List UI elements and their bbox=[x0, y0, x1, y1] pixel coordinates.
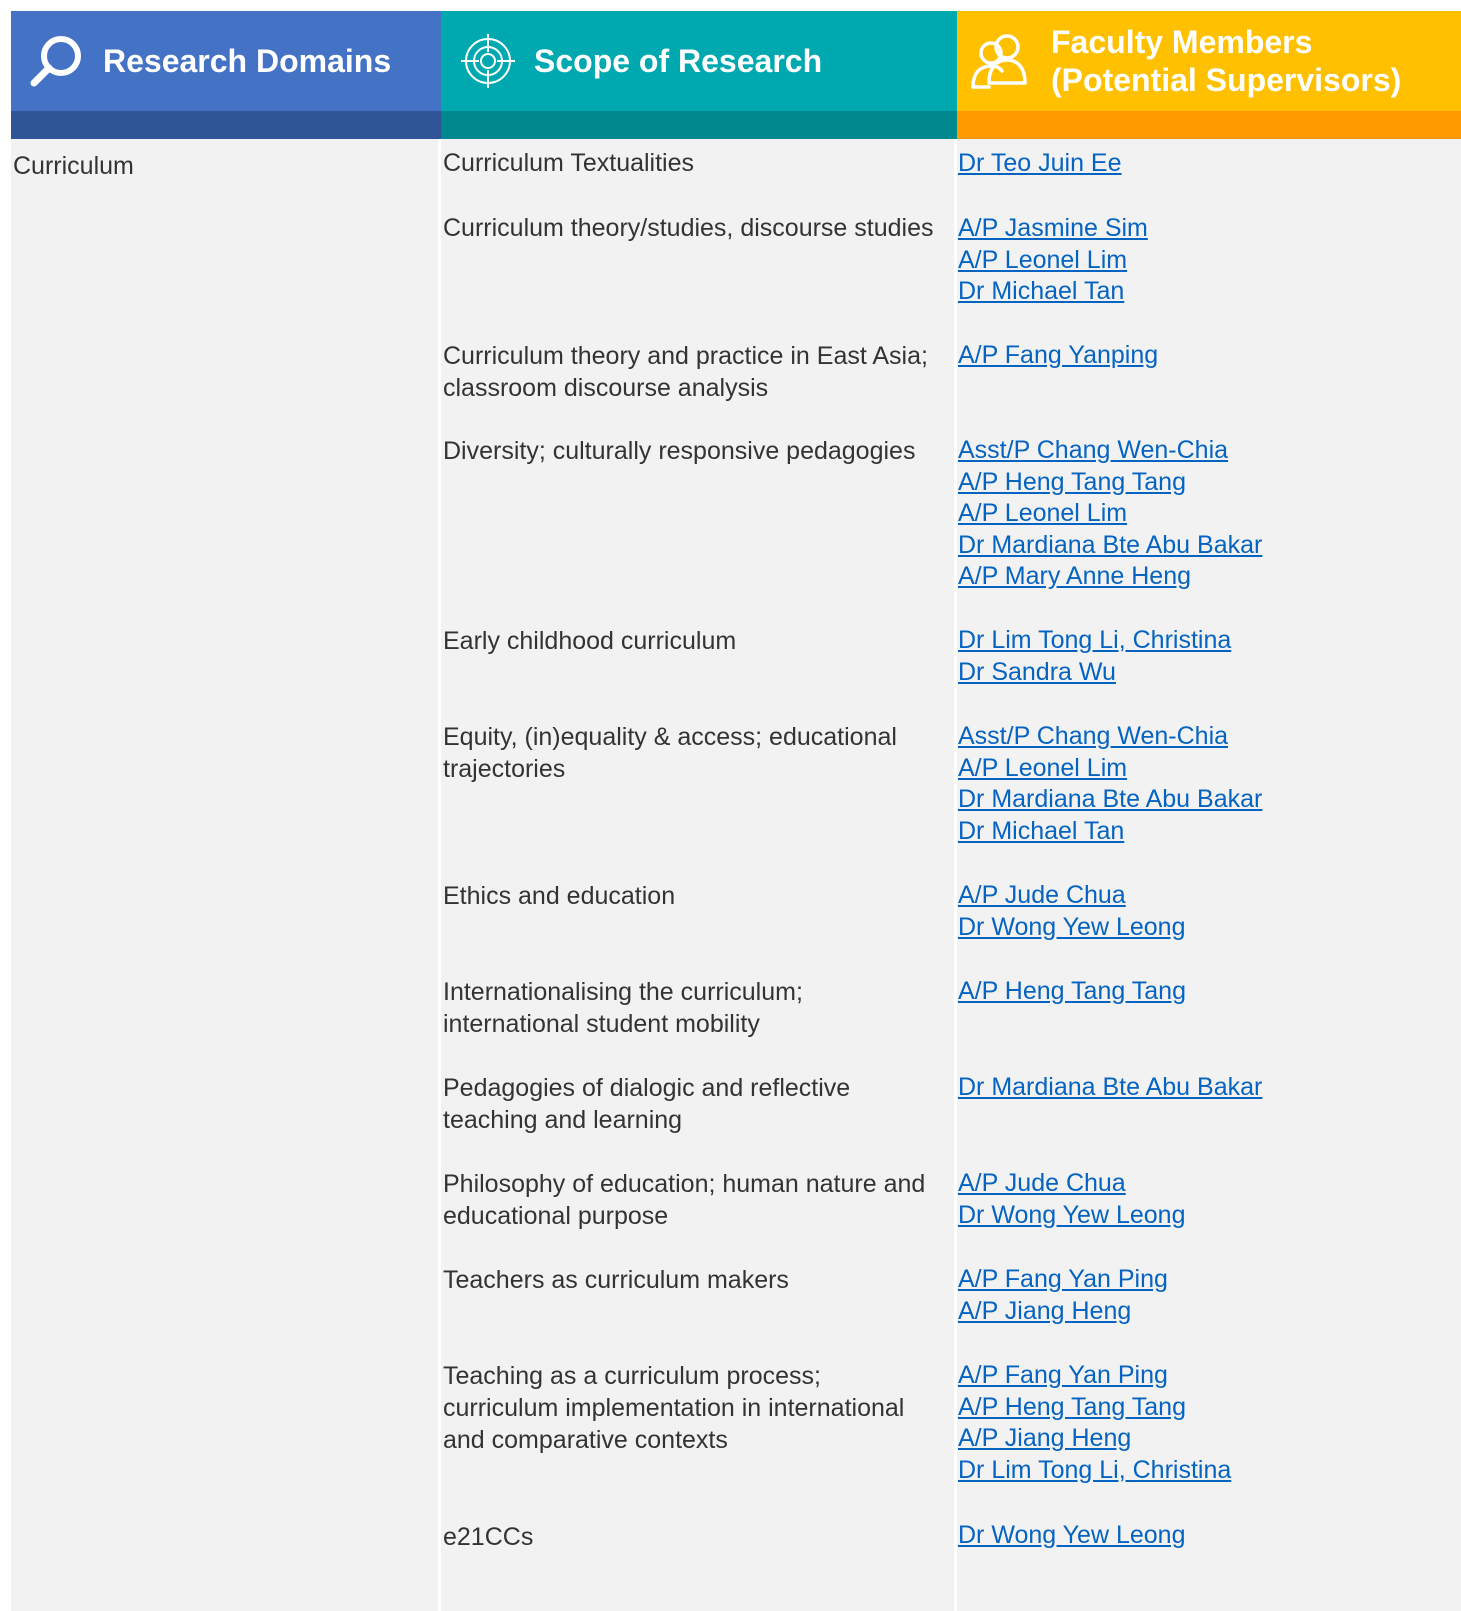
faculty-link[interactable]: Dr Michael Tan bbox=[958, 816, 1438, 848]
faculty-link[interactable]: Dr Michael Tan bbox=[958, 276, 1438, 308]
faculty-link[interactable]: Dr Mardiana Bte Abu Bakar bbox=[958, 784, 1438, 816]
faculty-link[interactable]: A/P Jude Chua bbox=[958, 1168, 1438, 1200]
faculty-link[interactable]: A/P Fang Yan Ping bbox=[958, 1360, 1438, 1392]
faculty-cell: A/P Jude Chua Dr Wong Yew Leong bbox=[958, 1168, 1438, 1231]
faculty-link[interactable]: A/P Leonel Lim bbox=[958, 245, 1438, 277]
scope-cell: Ethics and education bbox=[443, 882, 676, 910]
header-strip-scope bbox=[441, 111, 957, 139]
scope-cell: Philosophy of education; human nature an… bbox=[443, 1170, 926, 1230]
faculty-link[interactable]: A/P Jiang Heng bbox=[958, 1423, 1438, 1455]
domain-cell: Curriculum bbox=[13, 152, 134, 180]
header-title-faculty: Faculty Members (Potential Supervisors) bbox=[1051, 23, 1401, 99]
faculty-link[interactable]: A/P Heng Tang Tang bbox=[958, 976, 1438, 1008]
scope-cell: Early childhood curriculum bbox=[443, 627, 737, 655]
scope-cell: Curriculum Textualities bbox=[443, 149, 695, 177]
faculty-link[interactable]: A/P Jude Chua bbox=[958, 880, 1438, 912]
faculty-link[interactable]: A/P Jasmine Sim bbox=[958, 213, 1438, 245]
faculty-link[interactable]: A/P Heng Tang Tang bbox=[958, 1392, 1438, 1424]
scope-cell: Pedagogies of dialogic and reflective te… bbox=[443, 1074, 851, 1134]
scope-cell: Curriculum theory/studies, discourse stu… bbox=[443, 214, 934, 242]
faculty-link[interactable]: Asst/P Chang Wen-Chia bbox=[958, 435, 1438, 467]
header-title-scope: Scope of Research bbox=[534, 43, 823, 79]
scope-cell: Diversity; culturally responsive pedagog… bbox=[443, 437, 916, 465]
scope-cell: Teaching as a curriculum process; curric… bbox=[443, 1362, 905, 1454]
faculty-cell: Dr Lim Tong Li, Christina Dr Sandra Wu bbox=[958, 625, 1438, 688]
faculty-link[interactable]: A/P Leonel Lim bbox=[958, 498, 1438, 530]
faculty-link[interactable]: A/P Fang Yanping bbox=[958, 340, 1438, 372]
faculty-cell: A/P Jude Chua Dr Wong Yew Leong bbox=[958, 880, 1438, 943]
scope-cell: Curriculum theory and practice in East A… bbox=[443, 342, 928, 402]
faculty-link[interactable]: A/P Leonel Lim bbox=[958, 753, 1438, 785]
domain-column bbox=[11, 139, 438, 1611]
faculty-cell: Dr Wong Yew Leong bbox=[958, 1520, 1438, 1552]
faculty-link[interactable]: Dr Wong Yew Leong bbox=[958, 1520, 1438, 1552]
header-research-domains: Research Domains bbox=[11, 11, 441, 111]
faculty-cell: Asst/P Chang Wen-Chia A/P Heng Tang Tang… bbox=[958, 435, 1438, 593]
scope-cell: e21CCs bbox=[443, 1523, 534, 1551]
faculty-link[interactable]: Dr Lim Tong Li, Christina bbox=[958, 1455, 1438, 1487]
header-title-faculty-line2: (Potential Supervisors) bbox=[1051, 62, 1402, 98]
faculty-cell: Dr Mardiana Bte Abu Bakar bbox=[958, 1072, 1438, 1104]
target-icon bbox=[459, 32, 517, 90]
faculty-link[interactable]: Dr Mardiana Bte Abu Bakar bbox=[958, 1072, 1438, 1104]
people-icon bbox=[969, 31, 1033, 91]
search-icon bbox=[27, 31, 87, 91]
faculty-cell: A/P Fang Yanping bbox=[958, 340, 1438, 372]
faculty-link[interactable]: Dr Teo Juin Ee bbox=[958, 148, 1438, 180]
faculty-link[interactable]: Dr Wong Yew Leong bbox=[958, 912, 1438, 944]
faculty-link[interactable]: Dr Lim Tong Li, Christina bbox=[958, 625, 1438, 657]
faculty-link[interactable]: A/P Jiang Heng bbox=[958, 1296, 1438, 1328]
faculty-link[interactable]: A/P Fang Yan Ping bbox=[958, 1264, 1438, 1296]
scope-cell: Teachers as curriculum makers bbox=[443, 1266, 789, 1294]
header-strip-domains bbox=[11, 111, 441, 139]
faculty-cell: A/P Heng Tang Tang bbox=[958, 976, 1438, 1008]
faculty-link[interactable]: A/P Heng Tang Tang bbox=[958, 467, 1438, 499]
scope-cell: Internationalising the curriculum; inter… bbox=[443, 978, 803, 1038]
faculty-cell: Asst/P Chang Wen-Chia A/P Leonel Lim Dr … bbox=[958, 721, 1438, 847]
header-title-faculty-line1: Faculty Members bbox=[1051, 24, 1313, 60]
header-scope-of-research: Scope of Research bbox=[441, 11, 957, 111]
faculty-cell: Dr Teo Juin Ee bbox=[958, 148, 1438, 180]
header-strip-faculty bbox=[957, 111, 1461, 139]
faculty-link[interactable]: A/P Mary Anne Heng bbox=[958, 561, 1438, 593]
header-faculty-members: Faculty Members (Potential Supervisors) bbox=[957, 11, 1461, 111]
faculty-cell: A/P Fang Yan Ping A/P Jiang Heng bbox=[958, 1264, 1438, 1327]
faculty-link[interactable]: Dr Wong Yew Leong bbox=[958, 1200, 1438, 1232]
scope-cell: Equity, (in)equality & access; education… bbox=[443, 723, 897, 783]
faculty-link[interactable]: Dr Mardiana Bte Abu Bakar bbox=[958, 530, 1438, 562]
header-title-domains: Research Domains bbox=[103, 43, 392, 79]
faculty-link[interactable]: Asst/P Chang Wen-Chia bbox=[958, 721, 1438, 753]
faculty-cell: A/P Fang Yan Ping A/P Heng Tang Tang A/P… bbox=[958, 1360, 1438, 1486]
faculty-cell: A/P Jasmine Sim A/P Leonel Lim Dr Michae… bbox=[958, 213, 1438, 308]
faculty-link[interactable]: Dr Sandra Wu bbox=[958, 657, 1438, 689]
